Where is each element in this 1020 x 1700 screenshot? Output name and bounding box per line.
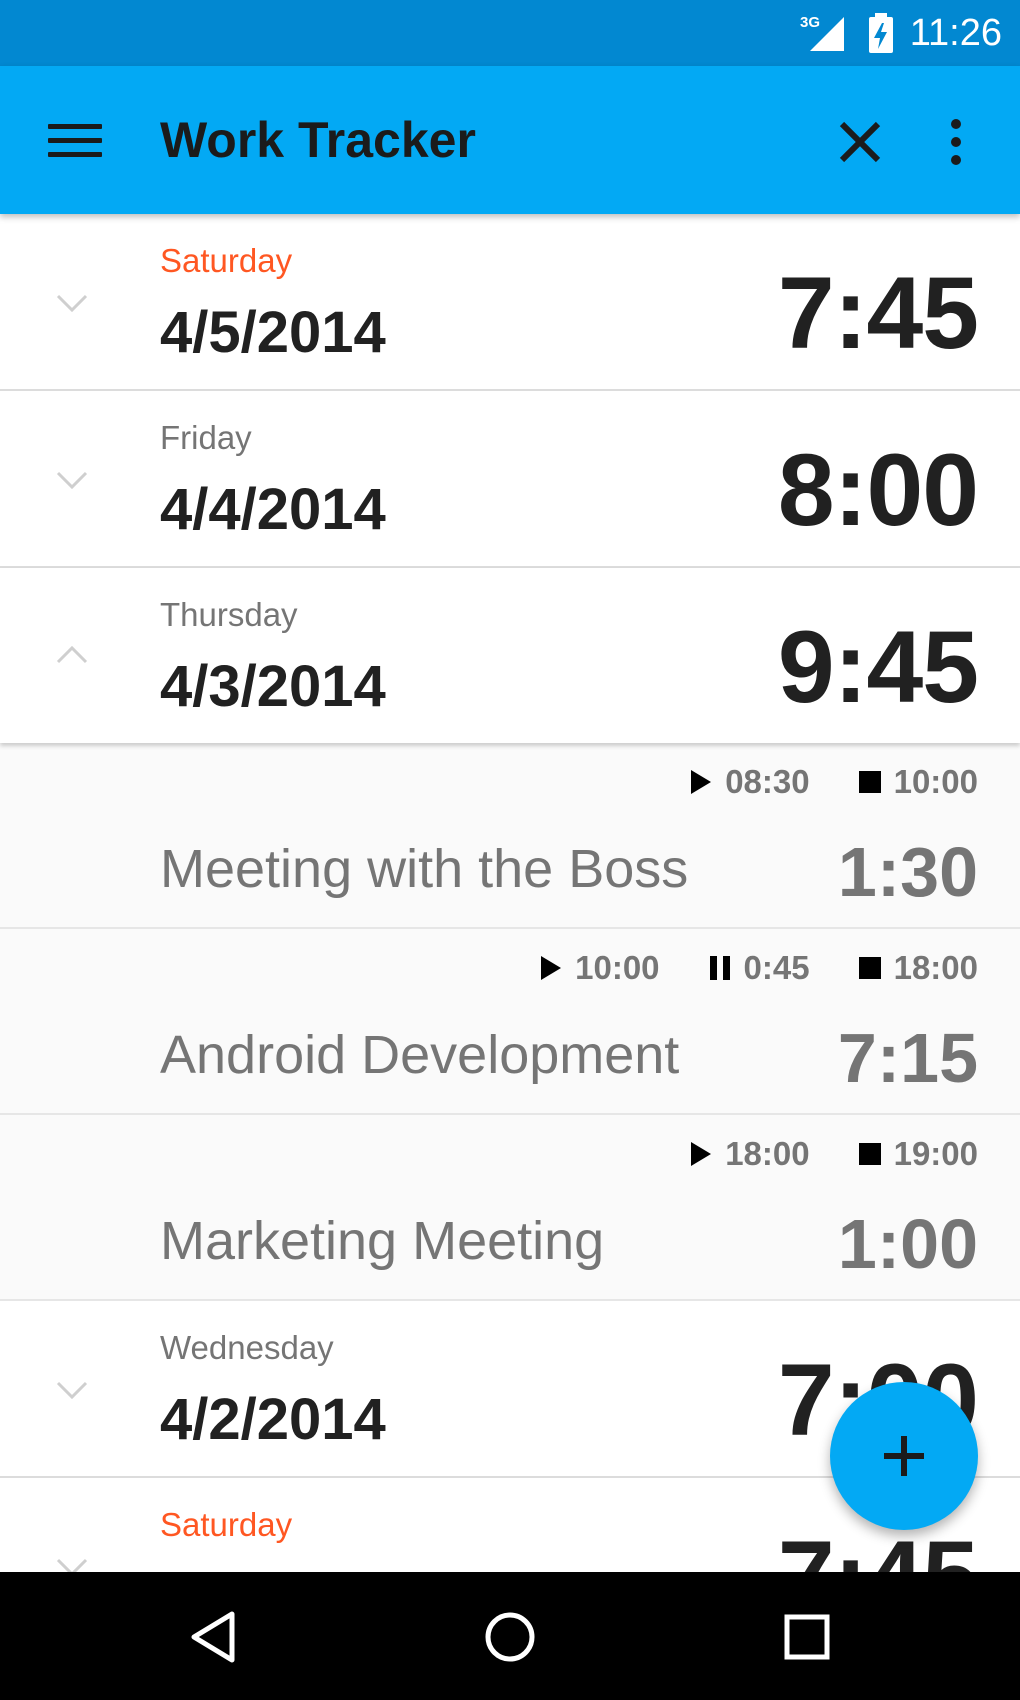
start-time: 08:30	[689, 763, 810, 801]
day-list[interactable]: Saturday 4/5/2014 7:45 Friday 4/4/2014 8…	[0, 214, 1020, 1572]
entry-duration: 1:30	[837, 833, 978, 911]
day-date: 4/4/2014	[160, 477, 386, 542]
work-entry[interactable]: 18:00 19:00 Marketing Meeting 1:00	[0, 1115, 1020, 1301]
end-time-value: 10:00	[893, 763, 978, 800]
stop-icon	[858, 771, 881, 793]
add-entry-button[interactable]	[830, 1382, 978, 1530]
end-time: 19:00	[858, 1135, 978, 1173]
work-entry[interactable]: 10:00 0:45 18:00 Android Development 7:1…	[0, 929, 1020, 1115]
start-time-value: 10:00	[575, 949, 660, 986]
day-total-hours: 9:45	[777, 610, 979, 724]
system-nav-bar	[0, 1572, 1020, 1700]
play-icon	[691, 770, 712, 794]
end-time: 18:00	[858, 949, 978, 987]
signal-3g-icon: 3G	[800, 14, 844, 51]
chevron-down-icon[interactable]	[52, 1546, 92, 1572]
entry-duration: 1:00	[837, 1205, 978, 1283]
home-circle-icon[interactable]	[475, 1602, 545, 1672]
day-date: 4/3/2014	[160, 654, 386, 719]
start-time: 18:00	[689, 1135, 810, 1173]
recents-square-icon[interactable]	[772, 1602, 842, 1672]
end-time-value: 19:00	[893, 1135, 978, 1172]
pause-time: 0:45	[708, 949, 810, 987]
entry-times: 08:30 10:00	[689, 763, 978, 801]
page-title: Work Tracker	[160, 112, 476, 168]
entry-name: Meeting with the Boss	[160, 839, 689, 899]
close-icon[interactable]	[828, 110, 892, 174]
work-entry[interactable]: 08:30 10:00 Meeting with the Boss 1:30	[0, 743, 1020, 929]
chevron-down-icon[interactable]	[52, 282, 92, 322]
entry-name: Android Development	[160, 1025, 680, 1085]
day-weekday: Saturday	[160, 242, 293, 279]
status-bar: 3G 11:26	[0, 0, 1020, 66]
day-weekday: Wednesday	[160, 1329, 334, 1366]
end-time-value: 18:00	[893, 949, 978, 986]
day-weekday: Thursday	[160, 596, 298, 633]
status-time: 11:26	[909, 11, 1002, 54]
start-time-value: 08:30	[725, 763, 810, 800]
entry-times: 18:00 19:00	[689, 1135, 978, 1173]
chevron-up-icon[interactable]	[52, 636, 92, 676]
chevron-down-icon[interactable]	[52, 459, 92, 499]
svg-text:3G: 3G	[800, 14, 820, 31]
day-date: 4/5/2014	[160, 300, 386, 365]
day-date: 4/2/2014	[160, 1387, 386, 1452]
day-total-hours: 8:00	[777, 433, 979, 547]
day-total-hours: 7:45	[778, 1522, 979, 1572]
day-row[interactable]: Friday 4/4/2014 8:00	[0, 391, 1020, 568]
day-date: 3/29/2014	[160, 1564, 418, 1572]
app-bar: Work Tracker	[0, 66, 1020, 214]
play-icon	[541, 956, 562, 980]
entry-times: 10:00 0:45 18:00	[539, 949, 978, 987]
entry-duration: 7:15	[837, 1019, 978, 1097]
day-total-hours: 7:45	[777, 256, 979, 370]
status-icons: 3G 11:26	[800, 0, 1002, 66]
pause-icon	[709, 956, 730, 980]
play-icon	[691, 1142, 712, 1166]
stop-icon	[858, 1143, 881, 1165]
day-weekday: Friday	[160, 419, 252, 456]
day-row-expanded[interactable]: Thursday 4/3/2014 9:45	[0, 568, 1020, 743]
day-weekday: Saturday	[160, 1506, 293, 1543]
start-time-value: 18:00	[725, 1135, 810, 1172]
end-time: 10:00	[858, 763, 978, 801]
battery-charging-icon	[868, 13, 893, 53]
chevron-down-icon[interactable]	[52, 1369, 92, 1409]
hamburger-menu-icon[interactable]	[38, 110, 112, 170]
plus-icon	[884, 1436, 924, 1476]
pause-time-value: 0:45	[743, 949, 810, 986]
entry-name: Marketing Meeting	[160, 1211, 605, 1271]
more-vert-icon[interactable]	[924, 110, 988, 174]
start-time: 10:00	[539, 949, 660, 987]
back-triangle-icon[interactable]	[178, 1602, 248, 1672]
day-row[interactable]: Saturday 4/5/2014 7:45	[0, 214, 1020, 391]
stop-icon	[858, 957, 881, 979]
